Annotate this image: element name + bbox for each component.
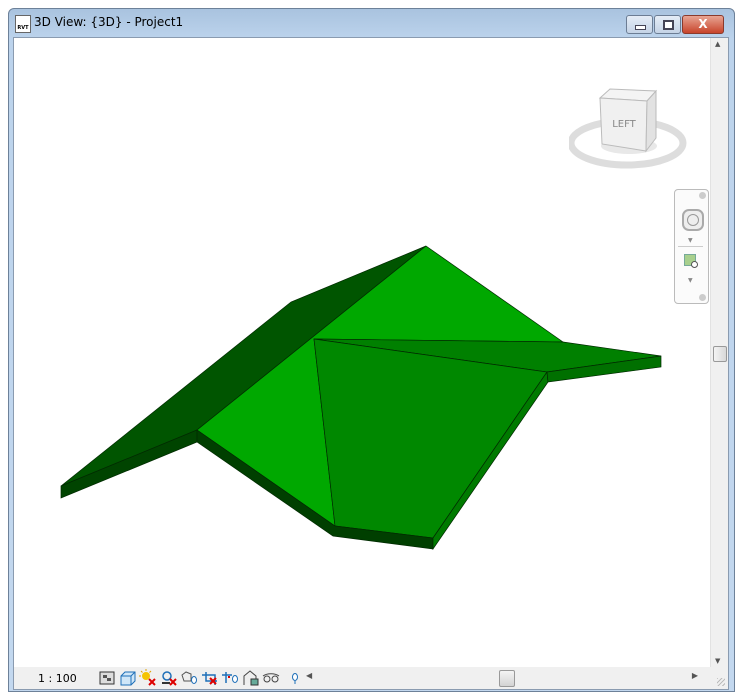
view-scale[interactable]: 1 : 100 — [38, 672, 77, 685]
scroll-left-arrow-icon[interactable]: ◀ — [306, 671, 312, 680]
chevron-down-icon[interactable]: ▼ — [688, 277, 693, 284]
chevron-down-icon[interactable]: ▼ — [688, 237, 693, 244]
options-icon[interactable] — [699, 294, 706, 301]
unlocked-3d-view-icon[interactable] — [242, 669, 260, 687]
scroll-right-arrow-icon[interactable]: ▶ — [692, 671, 698, 680]
crop-view-off-icon[interactable] — [201, 669, 219, 687]
temporary-hide-isolate-icon[interactable] — [262, 669, 280, 687]
visual-style-icon[interactable] — [119, 669, 137, 687]
close-icon[interactable] — [699, 192, 706, 199]
viewcube[interactable]: LEFT — [569, 86, 699, 176]
navigation-bar: ▼ ▼ — [674, 189, 709, 304]
steering-wheel-icon[interactable] — [682, 209, 704, 231]
scroll-down-arrow-icon[interactable]: ▼ — [715, 657, 720, 665]
scroll-up-arrow-icon[interactable]: ▲ — [715, 40, 720, 48]
vertical-scrollbar[interactable]: ▲ ▼ — [710, 38, 728, 667]
vertical-scroll-thumb[interactable] — [713, 346, 727, 362]
sun-path-off-icon[interactable] — [139, 669, 157, 687]
reveal-hidden-elements-icon[interactable] — [286, 669, 304, 687]
show-crop-region-icon[interactable] — [221, 669, 239, 687]
window-title: 3D View: {3D} - Project1 — [34, 15, 184, 29]
resize-grip-icon[interactable] — [717, 678, 725, 686]
maximize-button[interactable] — [654, 15, 681, 34]
shadows-off-icon[interactable] — [160, 669, 178, 687]
viewcube-face-label: LEFT — [612, 119, 636, 130]
close-button[interactable]: X — [682, 15, 724, 34]
horizontal-scroll-thumb[interactable] — [499, 670, 515, 687]
3d-viewport[interactable]: LEFT ▼ ▼ ▲ ▼ — [13, 37, 729, 669]
viewcube-front-face[interactable] — [645, 89, 657, 153]
horizontal-scrollbar[interactable]: ◀ ▶ — [304, 669, 700, 687]
app-icon-text: RVT — [17, 25, 29, 31]
magnifier-icon — [691, 261, 698, 268]
divider — [678, 246, 703, 247]
render-dialog-icon[interactable] — [180, 669, 198, 687]
detail-level-icon[interactable] — [98, 669, 116, 687]
roof-face-front — [313, 338, 548, 539]
revit-file-icon: RVT — [15, 15, 31, 33]
title-bar[interactable]: RVT 3D View: {3D} - Project1 X — [9, 9, 734, 37]
view-window: RVT 3D View: {3D} - Project1 X LEFT ▼ ▼ … — [8, 8, 735, 692]
minimize-button[interactable] — [626, 15, 653, 34]
view-control-bar: 1 : 100 ◀ ▶ — [13, 667, 729, 690]
